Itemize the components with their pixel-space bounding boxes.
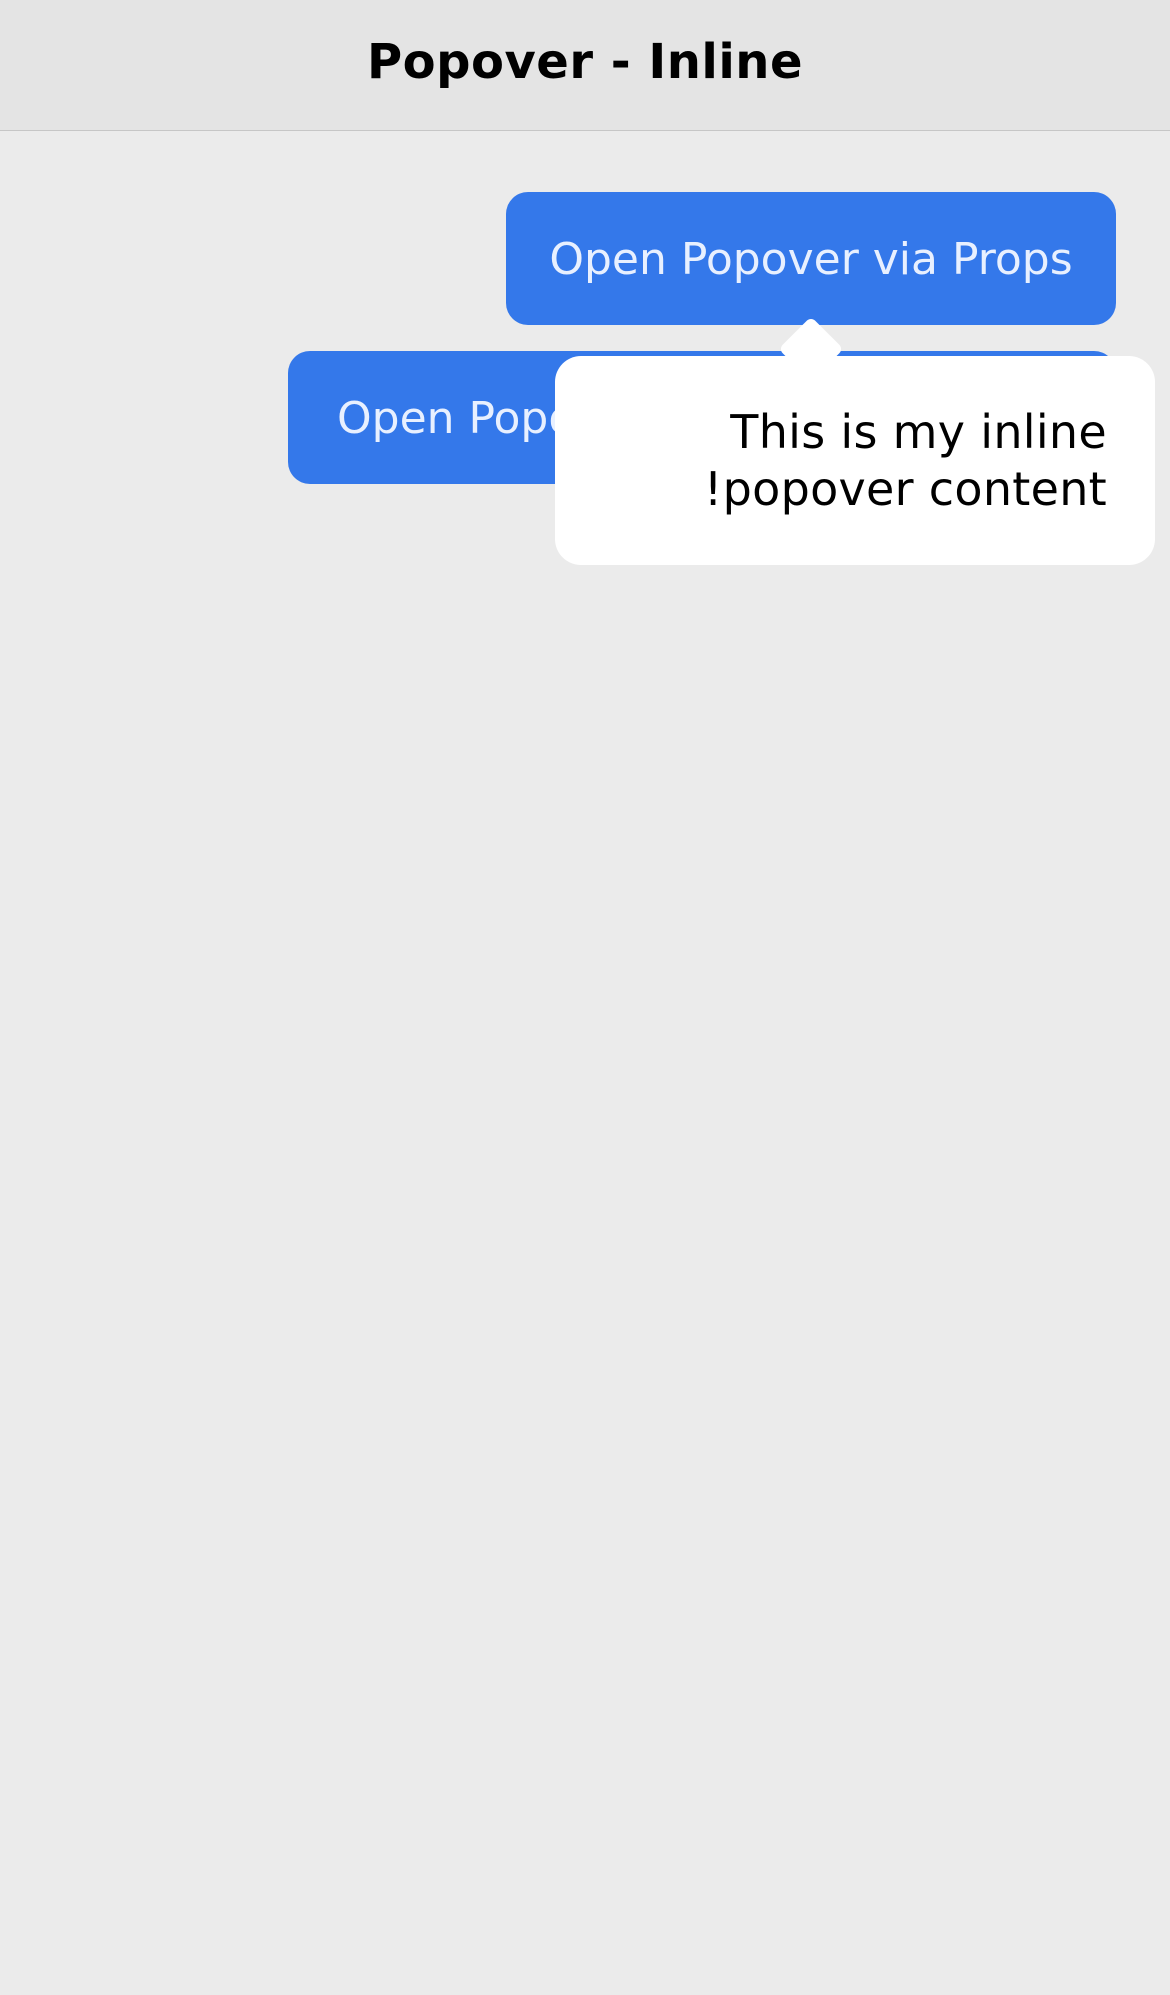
popover-content-text: This is my inline popover content!	[703, 405, 1107, 516]
navigation-header: Popover - Inline	[0, 0, 1170, 131]
inline-popover: This is my inline popover content!	[555, 356, 1155, 565]
open-popover-via-props-button[interactable]: Open Popover via Props	[506, 192, 1116, 325]
page-title: Popover - Inline	[366, 34, 803, 90]
